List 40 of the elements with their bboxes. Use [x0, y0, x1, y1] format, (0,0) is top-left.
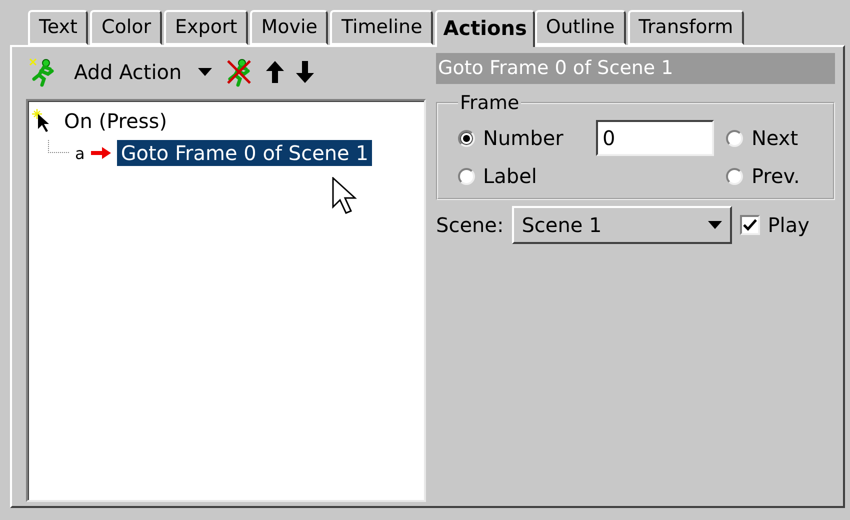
tab[interactable]: Outline	[534, 10, 626, 45]
tree-marker: a	[75, 144, 85, 162]
play-label: Play	[768, 213, 810, 237]
move-down-button[interactable]	[294, 59, 316, 85]
dropdown-button[interactable]	[196, 66, 214, 78]
radio-option[interactable]: Label	[458, 164, 586, 188]
tab[interactable]: Export	[164, 10, 248, 45]
tab[interactable]: Text	[28, 10, 88, 45]
tree-item[interactable]: On (Press)	[60, 108, 172, 134]
arrow-icon	[90, 147, 111, 159]
group-label: Frame	[459, 92, 520, 114]
tab[interactable]: Actions	[435, 10, 535, 47]
scene-label: Scene:	[436, 213, 504, 237]
radio-label: Number	[483, 126, 564, 150]
caret-icon	[708, 221, 722, 229]
radio-button[interactable]	[458, 130, 475, 146]
add-action-button[interactable]: Add Action	[68, 60, 188, 84]
radio-label: Next	[751, 126, 798, 150]
caret-icon	[198, 68, 212, 76]
up-arrow-icon	[266, 61, 284, 83]
radio-option[interactable]: Next	[726, 126, 823, 150]
move-up-button[interactable]	[264, 59, 286, 85]
action-title-bar: Goto Frame 0 of Scene 1	[436, 53, 835, 84]
radio-button[interactable]	[726, 168, 744, 184]
play-checkbox[interactable]	[740, 215, 760, 235]
number-input-field[interactable]: 0	[596, 120, 714, 156]
tab[interactable]: Color	[90, 10, 162, 45]
tab[interactable]: Timeline	[330, 10, 434, 45]
radio-label: Prev.	[751, 164, 800, 188]
radio-button[interactable]	[458, 168, 475, 184]
scene-dropdown[interactable]: Scene 1	[512, 206, 732, 244]
tab[interactable]: Transform	[628, 10, 744, 45]
tree-item[interactable]: Goto Frame 0 of Scene 1	[116, 140, 372, 166]
down-arrow-icon	[296, 61, 314, 83]
mouse-cursor-icon	[332, 177, 358, 215]
radio-option[interactable]: Prev.	[726, 164, 823, 188]
radio-option[interactable]: Number	[458, 126, 586, 150]
tab[interactable]: Movie	[250, 10, 328, 45]
radio-label: Label	[483, 164, 537, 188]
radio-button[interactable]	[726, 130, 744, 146]
